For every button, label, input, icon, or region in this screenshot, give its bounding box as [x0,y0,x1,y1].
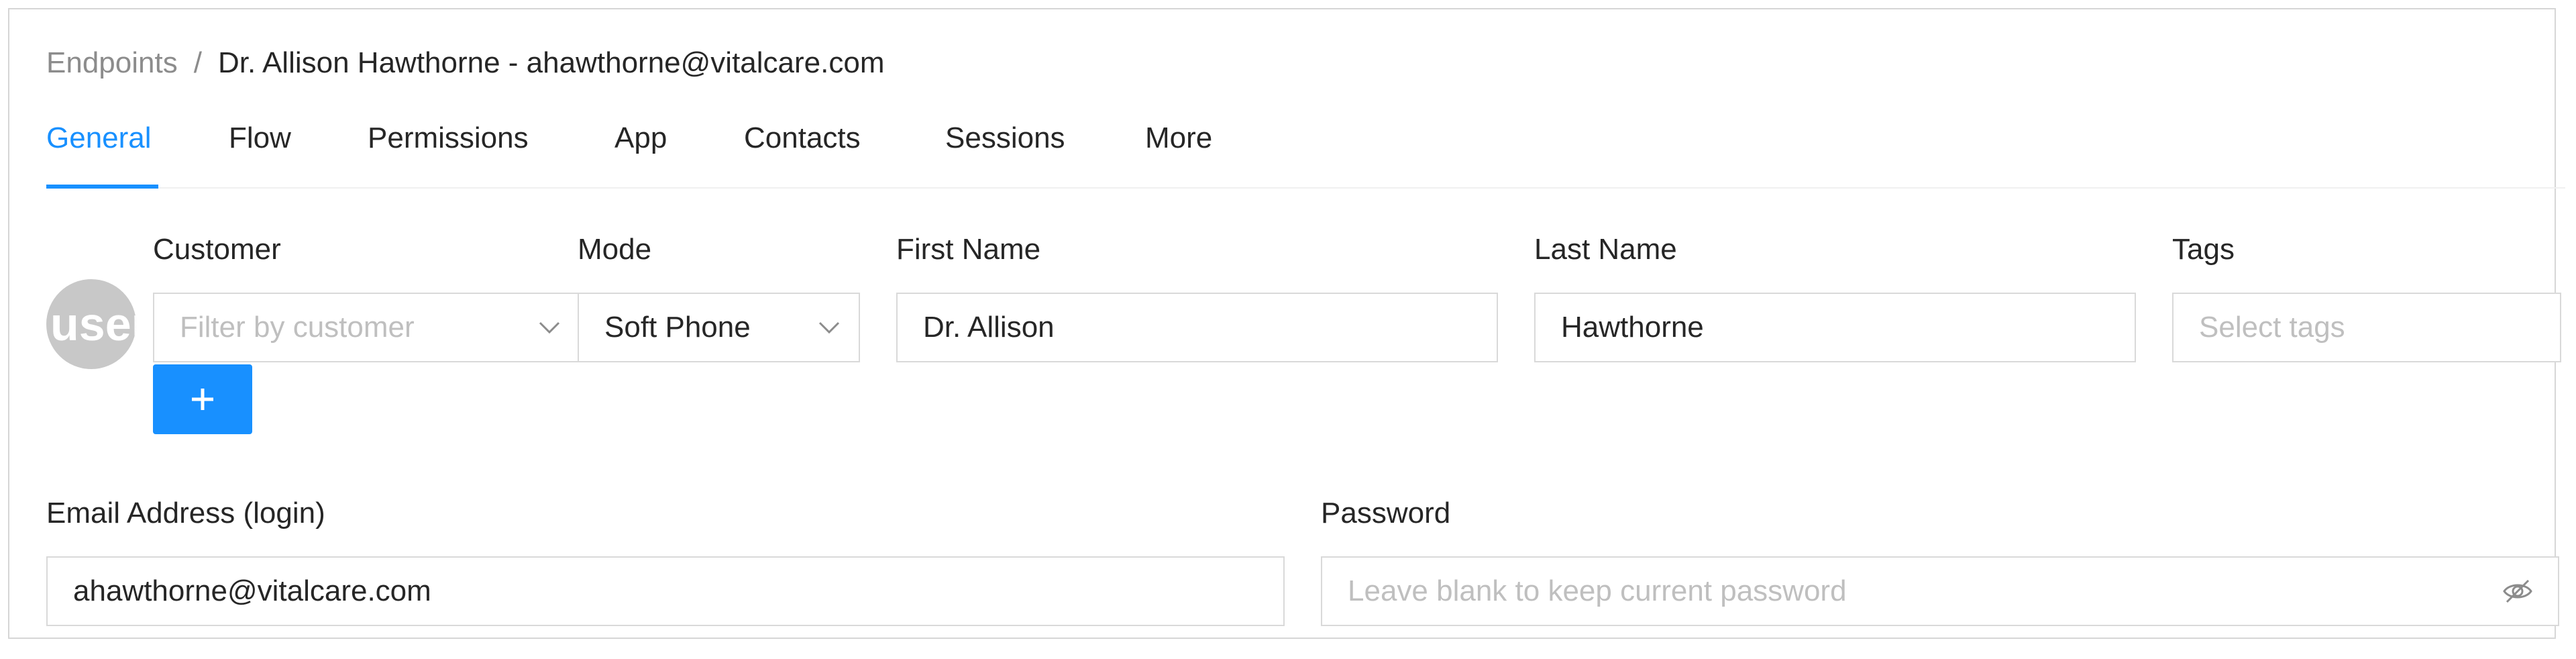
tags-select-placeholder: Select tags [2199,311,2345,344]
tab-general[interactable]: General [46,117,152,160]
tab-permissions[interactable]: Permissions [368,117,529,160]
password-field[interactable]: Leave blank to keep current password [1321,556,2559,626]
breadcrumb-current: Dr. Allison Hawthorne - ahawthorne@vital… [217,46,885,79]
first-name-value: Dr. Allison [923,311,1055,344]
tab-app[interactable]: App [614,117,667,160]
last-name-label: Last Name [1534,233,1677,266]
customer-label: Customer [153,233,281,266]
mode-select-value: Soft Phone [604,311,751,344]
add-customer-button[interactable] [153,364,252,434]
tab-flow[interactable]: Flow [229,117,291,160]
first-name-input[interactable]: Dr. Allison [896,293,1498,362]
mode-label: Mode [578,233,652,266]
avatar[interactable]: user [46,279,136,369]
breadcrumb-endpoints-link[interactable]: Endpoints [46,46,178,79]
mode-select[interactable]: Soft Phone [578,293,860,362]
endpoint-edit-panel: Endpoints / Dr. Allison Hawthorne - ahawth… [8,8,2565,639]
chevron-down-icon [818,321,840,334]
breadcrumb: Endpoints / Dr. Allison Hawthorne - ahawth… [46,43,884,83]
email-field[interactable]: ahawthorne@vitalcare.com [46,556,1285,626]
last-name-input[interactable]: Hawthorne [1534,293,2136,362]
last-name-value: Hawthorne [1561,311,1704,344]
breadcrumb-separator: / [193,46,202,79]
first-name-label: First Name [896,233,1041,266]
tab-sessions[interactable]: Sessions [945,117,1065,160]
tabs-divider [46,187,2565,189]
email-label: Email Address (login) [46,497,325,529]
email-value: ahawthorne@vitalcare.com [73,574,431,607]
tab-more[interactable]: More [1145,117,1212,160]
tags-select[interactable]: Select tags [2172,293,2561,362]
password-label: Password [1321,497,1451,529]
chevron-down-icon [539,321,560,334]
plus-icon [192,389,213,410]
password-placeholder: Leave blank to keep current password [1348,574,1847,607]
avatar-text: user [50,298,136,350]
eye-slash-icon[interactable] [2502,575,2534,607]
customer-select[interactable]: Filter by customer [153,293,580,362]
tab-contacts[interactable]: Contacts [744,117,861,160]
customer-select-placeholder: Filter by customer [180,311,415,344]
tags-label: Tags [2172,233,2235,266]
active-tab-indicator [46,185,158,189]
